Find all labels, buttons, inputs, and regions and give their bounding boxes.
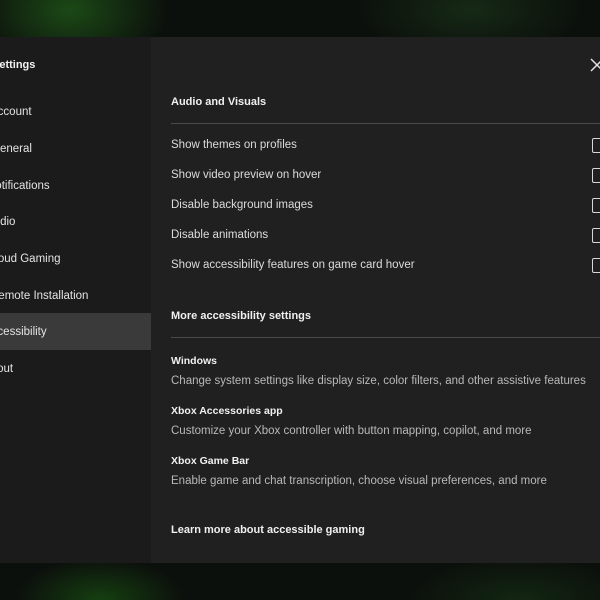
option-label: Show video preview on hover bbox=[171, 169, 322, 181]
sidebar-item-general[interactable]: General bbox=[0, 132, 151, 169]
settings-content: Audio and Visuals Show themes on profile… bbox=[151, 37, 600, 563]
checkbox[interactable] bbox=[592, 258, 600, 273]
link-windows[interactable]: Windows Change system settings like disp… bbox=[171, 355, 600, 387]
option-label: Show accessibility features on game card… bbox=[171, 259, 415, 271]
sidebar-item-accessibility[interactable]: Accessibility bbox=[0, 313, 151, 350]
sidebar-title: Settings bbox=[0, 59, 36, 71]
settings-dialog: Settings Account General Notifications A… bbox=[0, 37, 600, 563]
option-disable-animations[interactable]: Disable animations bbox=[171, 226, 600, 248]
link-description: Change system settings like display size… bbox=[171, 375, 586, 387]
link-description: Enable game and chat transcription, choo… bbox=[171, 475, 547, 487]
option-label: Show themes on profiles bbox=[171, 139, 297, 151]
sidebar-item-label: Accessibility bbox=[0, 326, 47, 338]
sidebar-item-about[interactable]: About bbox=[0, 352, 151, 389]
option-show-themes[interactable]: Show themes on profiles bbox=[171, 136, 600, 158]
checkbox[interactable] bbox=[592, 168, 600, 183]
checkbox[interactable] bbox=[592, 138, 600, 153]
option-label: Disable animations bbox=[171, 229, 269, 241]
section-title-audio-visuals: Audio and Visuals bbox=[171, 96, 267, 108]
sidebar-item-label: About bbox=[0, 363, 14, 375]
sidebar-item-account[interactable]: Account bbox=[0, 95, 151, 132]
section-title-more-accessibility: More accessibility settings bbox=[171, 310, 311, 322]
link-title: Xbox Game Bar bbox=[171, 455, 250, 467]
link-description: Customize your Xbox controller with butt… bbox=[171, 425, 532, 437]
sidebar-item-label: General bbox=[0, 143, 32, 155]
option-video-preview[interactable]: Show video preview on hover bbox=[171, 166, 600, 188]
learn-more-link[interactable]: Learn more about accessible gaming bbox=[171, 524, 365, 536]
link-title: Windows bbox=[171, 355, 217, 367]
sidebar-item-notifications[interactable]: Notifications bbox=[0, 169, 151, 206]
sidebar-item-audio[interactable]: Audio bbox=[0, 205, 151, 242]
checkbox[interactable] bbox=[592, 228, 600, 243]
link-xbox-game-bar[interactable]: Xbox Game Bar Enable game and chat trans… bbox=[171, 455, 600, 487]
sidebar-item-label: Audio bbox=[0, 216, 16, 228]
sidebar-item-label: Cloud Gaming bbox=[0, 253, 61, 265]
close-icon[interactable] bbox=[590, 58, 600, 72]
sidebar-item-label: Remote Installation bbox=[0, 290, 89, 302]
sidebar-item-cloud-gaming[interactable]: Cloud Gaming bbox=[0, 242, 151, 279]
link-title: Xbox Accessories app bbox=[171, 405, 283, 417]
sidebar-item-remote-installation[interactable]: Remote Installation bbox=[0, 279, 151, 316]
option-disable-background-images[interactable]: Disable background images bbox=[171, 196, 600, 218]
section-divider bbox=[171, 123, 600, 124]
section-divider bbox=[171, 337, 600, 338]
sidebar-item-label: Account bbox=[0, 106, 32, 118]
sidebar-item-label: Notifications bbox=[0, 180, 50, 192]
option-label: Disable background images bbox=[171, 199, 313, 211]
settings-sidebar: Settings Account General Notifications A… bbox=[0, 37, 151, 563]
link-xbox-accessories-app[interactable]: Xbox Accessories app Customize your Xbox… bbox=[171, 405, 600, 437]
option-accessibility-card-hover[interactable]: Show accessibility features on game card… bbox=[171, 256, 600, 278]
checkbox[interactable] bbox=[592, 198, 600, 213]
